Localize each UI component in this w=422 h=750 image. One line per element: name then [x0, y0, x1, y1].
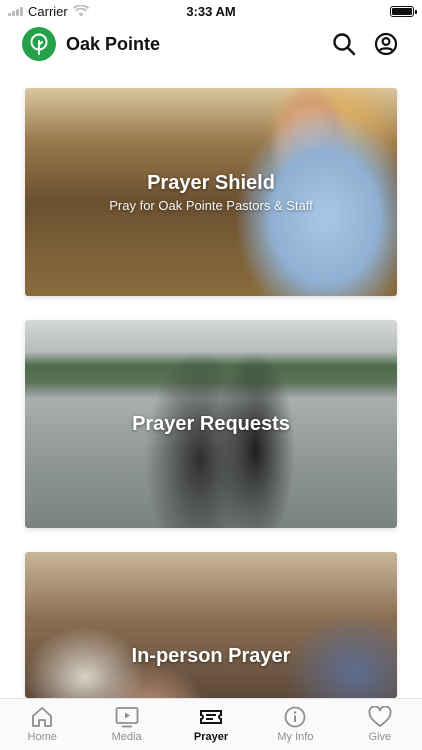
app-header: Oak Pointe	[0, 24, 422, 64]
tv-play-icon	[115, 707, 139, 728]
carrier-label: Carrier	[28, 3, 68, 19]
tab-label: Home	[27, 731, 57, 743]
card-title: In-person Prayer	[131, 645, 291, 667]
prayer-shield-card[interactable]: Prayer Shield Pray for Oak Pointe Pastor…	[25, 88, 397, 296]
tab-label: Media	[111, 731, 142, 743]
tab-my-info[interactable]: My Info	[253, 699, 337, 750]
signal-icon	[8, 6, 23, 16]
status-left: Carrier	[8, 4, 89, 19]
card-title: Prayer Requests	[132, 412, 290, 435]
search-button[interactable]	[330, 30, 358, 58]
status-time: 3:33 AM	[186, 3, 236, 19]
app-title: Oak Pointe	[66, 33, 161, 54]
profile-button[interactable]	[372, 30, 400, 58]
leaf-logo-icon	[30, 33, 48, 55]
status-bar: Carrier 3:33 AM	[0, 0, 422, 22]
account-icon	[374, 32, 398, 56]
tab-media[interactable]: Media	[84, 699, 168, 750]
card-subtitle: Pray for Oak Pointe Pastors & Staff	[109, 197, 313, 213]
tab-label: My Info	[277, 731, 314, 743]
home-icon	[32, 707, 53, 727]
tab-prayer[interactable]: Prayer	[169, 699, 253, 750]
ticket-icon	[200, 710, 223, 724]
wifi-icon	[72, 5, 89, 17]
bottom-tab-bar: Home Media Prayer My Info Give	[0, 698, 422, 750]
tab-give[interactable]: Give	[338, 699, 422, 750]
in-person-prayer-card[interactable]: In-person Prayer	[25, 552, 397, 698]
card-title: Prayer Shield	[147, 171, 275, 194]
app-logo[interactable]	[22, 27, 56, 61]
tab-label: Give	[368, 731, 392, 743]
prayer-feed: Prayer Shield Pray for Oak Pointe Pastor…	[25, 88, 397, 722]
tab-home[interactable]: Home	[0, 699, 84, 750]
search-icon	[333, 33, 356, 56]
prayer-requests-card[interactable]: Prayer Requests	[25, 320, 397, 528]
battery-icon	[390, 5, 417, 17]
tab-label: Prayer	[193, 731, 229, 743]
heart-icon	[368, 706, 392, 727]
info-icon	[285, 706, 306, 728]
